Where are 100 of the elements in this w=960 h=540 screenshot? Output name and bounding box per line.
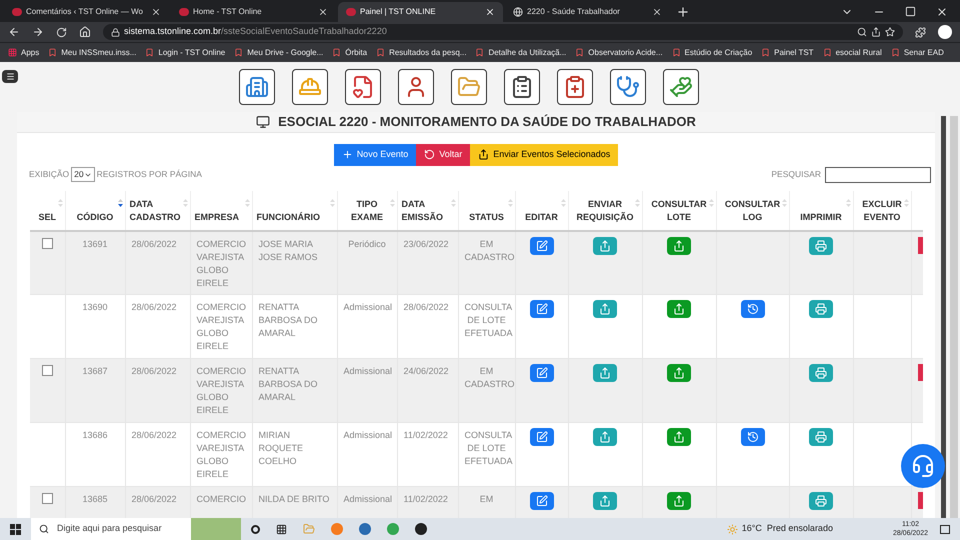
row-checkbox[interactable] (42, 365, 53, 376)
action-button[interactable]: Voltar (416, 144, 470, 166)
send-request-button[interactable] (593, 300, 617, 318)
browser-tab[interactable]: 2220 - Saúde Trabalhador (505, 2, 670, 22)
close-icon[interactable] (151, 7, 161, 17)
zoom-icon[interactable] (857, 27, 867, 37)
column-header[interactable]: CÓDIGO (70, 210, 120, 224)
column-header[interactable]: EXCLUIR EVENTO (858, 198, 906, 224)
send-request-button[interactable] (593, 492, 617, 510)
send-request-button[interactable] (593, 236, 617, 254)
bookmark[interactable]: Resultados da pesq... (376, 46, 466, 58)
column-header[interactable]: DATA EMISSÃO (402, 198, 454, 224)
row-checkbox[interactable] (42, 493, 53, 504)
module-button[interactable] (610, 69, 646, 105)
status-text: EM CADASTRO (464, 238, 515, 262)
back-icon[interactable] (8, 26, 20, 38)
reload-icon[interactable] (56, 26, 67, 38)
page-size-select[interactable]: 20 (71, 167, 95, 182)
search-field[interactable] (825, 166, 931, 182)
column-header[interactable]: SEL (34, 210, 60, 224)
forward-icon[interactable] (32, 26, 44, 38)
close-icon[interactable] (936, 6, 948, 18)
maximize-icon[interactable] (905, 6, 916, 17)
edit-button[interactable] (530, 492, 554, 510)
row-checkbox[interactable] (42, 238, 53, 248)
check-batch-button[interactable] (667, 492, 691, 510)
column-header[interactable]: TIPO EXAME (342, 198, 392, 224)
windows-logo-icon[interactable] (10, 524, 21, 534)
column-header[interactable]: EDITAR (520, 210, 564, 224)
module-button[interactable] (451, 69, 487, 105)
print-button[interactable] (809, 364, 833, 382)
menu-button[interactable] (2, 70, 18, 83)
action-button[interactable]: Novo Evento (334, 144, 416, 166)
module-button[interactable] (398, 69, 434, 105)
bookmark[interactable]: Órbita (332, 46, 368, 58)
delete-button[interactable] (918, 364, 922, 381)
column-header[interactable]: DATA CADASTRO (130, 198, 186, 224)
bookmark[interactable]: Login - TST Online (145, 46, 226, 58)
action-button[interactable]: Enviar Eventos Selecionados (470, 144, 618, 166)
edit-button[interactable] (530, 236, 554, 254)
module-button[interactable] (557, 69, 593, 105)
site-icon (332, 48, 342, 57)
bookmark[interactable]: Apps (8, 46, 40, 58)
check-batch-button[interactable] (667, 300, 691, 318)
address-bar[interactable]: sistema.tstonline.com.br/ssteSocialEventoSaudeTrabalhador2220 (103, 24, 903, 40)
bookmark[interactable]: Detalhe da Utilizaçã... (475, 46, 566, 58)
widgets-icon[interactable] (276, 524, 287, 534)
column-header[interactable]: IMPRIMIR (794, 210, 848, 224)
print-button[interactable] (809, 428, 833, 446)
close-icon[interactable] (318, 7, 328, 17)
sort-icon[interactable] (118, 198, 122, 206)
taskbar-search-field[interactable]: Digite aqui para pesquisar (31, 518, 191, 540)
log-button[interactable] (740, 300, 764, 318)
column-header[interactable]: ENVIAR REQUISIÇÃO (572, 198, 638, 224)
column-header[interactable]: FUNCIONÁRIO (256, 210, 332, 224)
edit-button[interactable] (530, 364, 554, 382)
print-button[interactable] (809, 236, 833, 254)
bookmark[interactable]: esocial Rural (822, 46, 882, 58)
notifications-icon[interactable] (940, 524, 950, 534)
bookmark[interactable]: Observatorio Acide... (575, 46, 663, 58)
browser-tab[interactable]: Painel | TST ONLINE (338, 2, 503, 22)
module-button[interactable] (663, 69, 699, 105)
edit-button[interactable] (530, 428, 554, 446)
print-button[interactable] (809, 300, 833, 318)
column-header[interactable]: EMPRESA (194, 210, 248, 224)
bookmark[interactable]: Meu INSSmeu.inss... (48, 46, 136, 58)
browser-tab[interactable]: Home - TST Online (171, 2, 336, 22)
close-icon[interactable] (652, 7, 662, 17)
delete-button[interactable] (918, 492, 922, 509)
column-header[interactable]: CONSULTAR LOTE (646, 198, 712, 224)
check-batch-button[interactable] (667, 364, 691, 382)
bookmark[interactable]: Meu Drive - Google... (234, 46, 324, 58)
app-icon[interactable] (415, 523, 427, 535)
bookmark[interactable]: Senar EAD (890, 46, 944, 58)
site-icon (48, 48, 58, 57)
module-button[interactable] (504, 69, 540, 105)
star-icon[interactable] (885, 27, 895, 37)
check-batch-button[interactable] (667, 428, 691, 446)
bookmark[interactable]: Painel TST (761, 46, 814, 58)
extensions-icon[interactable] (915, 26, 926, 38)
check-batch-button[interactable] (667, 236, 691, 254)
bookmark[interactable]: Estúdio de Criação (672, 46, 752, 58)
edit-button[interactable] (530, 300, 554, 318)
module-button[interactable] (239, 69, 275, 105)
column-header[interactable]: STATUS (462, 210, 510, 224)
close-icon[interactable] (485, 7, 495, 17)
delete-button[interactable] (918, 236, 922, 254)
send-request-button[interactable] (593, 364, 617, 382)
share-icon[interactable] (871, 27, 881, 37)
column-header[interactable]: CONSULTAR LOG (720, 198, 784, 224)
home-icon[interactable] (79, 26, 91, 38)
new-tab-icon[interactable] (676, 5, 690, 19)
send-request-button[interactable] (593, 428, 617, 446)
log-button[interactable] (740, 428, 764, 446)
browser-tab[interactable]: Comentários ‹ TST Online — Wo (4, 2, 169, 22)
module-button[interactable] (292, 69, 328, 105)
profile-avatar[interactable] (938, 25, 952, 39)
module-button[interactable] (345, 69, 381, 105)
print-button[interactable] (809, 492, 833, 510)
task-view-icon[interactable] (251, 524, 260, 534)
